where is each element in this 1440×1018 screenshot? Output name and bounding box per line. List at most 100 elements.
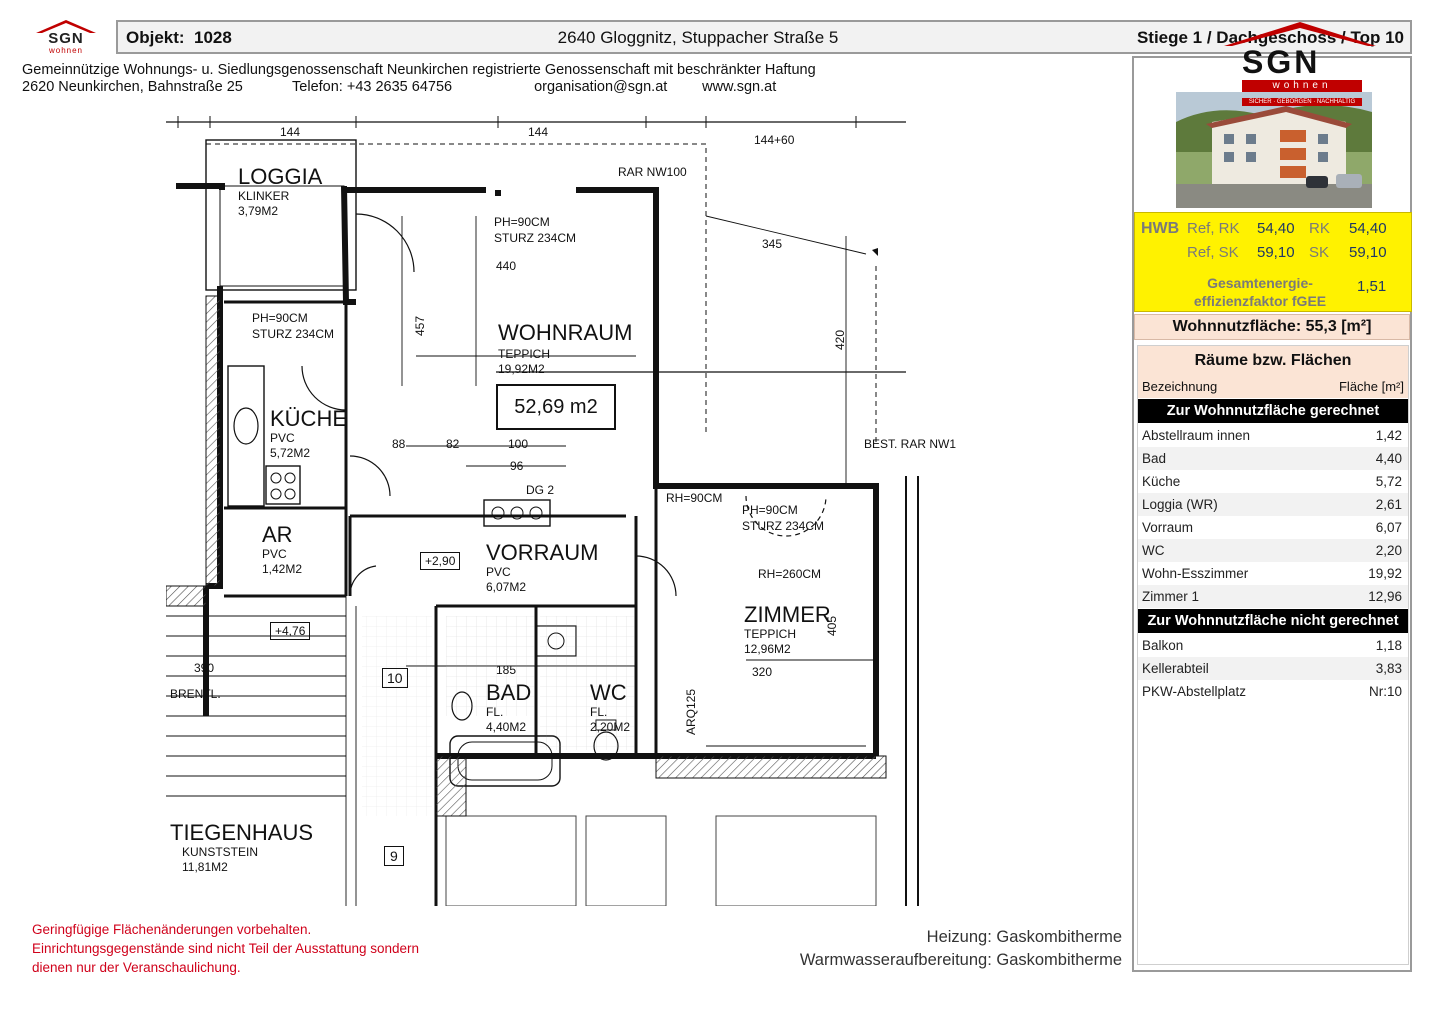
room-label-ar: AR xyxy=(262,522,293,547)
row-value: 19,92 xyxy=(1368,566,1402,581)
note-stair-number-9: 9 xyxy=(384,846,404,866)
hwb-label: HWB xyxy=(1141,220,1180,237)
logo-tagline: SICHER · GEBORGEN · NACHHALTIG xyxy=(1242,98,1362,106)
ref-sk-value: 59,10 xyxy=(1257,244,1295,261)
room-floor-bad: FL. xyxy=(486,705,504,719)
room-label-stiegenhaus: TIEGENHAUS xyxy=(170,820,314,845)
table-row: WC 2,20 xyxy=(1138,539,1408,562)
room-area-vorraum: 6,07M2 xyxy=(486,580,527,594)
sgn-logo-large: SGN wohnen SICHER · GEBORGEN · NACHHALTI… xyxy=(1220,20,1380,106)
row-name: Loggia (WR) xyxy=(1142,497,1218,512)
note-sturz-zimmer: STURZ 234CM xyxy=(742,519,825,533)
row-name: Bad xyxy=(1142,451,1167,466)
table-row: Loggia (WR) 2,61 xyxy=(1138,493,1408,516)
dim-144-b: 144 xyxy=(528,125,549,139)
section-included-header: Zur Wohnnutzfläche gerechnet xyxy=(1138,399,1408,423)
excluded-rows: Balkon 1,18 Kellerabteil 3,83 PKW-Abstellp… xyxy=(1138,634,1408,703)
room-area-zimmer: 12,96M2 xyxy=(744,642,791,656)
note-level-vorraum: +2,90 xyxy=(420,552,461,570)
disclaimer-line-1: Geringfügige Flächenänderungen vorbehalt… xyxy=(32,922,312,937)
table-row: Küche 5,72 xyxy=(1138,470,1408,493)
dim-405: 405 xyxy=(825,615,840,637)
company-web[interactable]: www.sgn.at xyxy=(702,79,776,96)
row-value: 12,96 xyxy=(1368,589,1402,604)
room-label-bad: BAD xyxy=(486,680,532,705)
dim-82: 82 xyxy=(446,437,460,451)
dim-144-a: 144 xyxy=(280,125,301,139)
col-header-area: Fläche [m²] xyxy=(1338,379,1404,394)
room-floor-kueche: PVC xyxy=(270,431,295,445)
row-value: 4,40 xyxy=(1375,451,1402,466)
row-value: Nr:10 xyxy=(1368,684,1402,699)
note-rh-door: RH=90CM xyxy=(666,491,723,505)
dim-320: 320 xyxy=(752,665,773,679)
sgn-logo-small: SGN wohnen xyxy=(30,20,102,55)
dim-144-60: 144+60 xyxy=(754,133,795,147)
logo-large-text: SGN xyxy=(1242,44,1321,80)
section-excluded-header: Zur Wohnnutzfläche nicht gerechnet xyxy=(1138,609,1408,633)
note-best-rar: BEST. RAR NW1 xyxy=(864,437,957,451)
note-stair-number-10: 10 xyxy=(382,668,408,688)
table-row: Balkon 1,18 xyxy=(1138,634,1408,657)
dim-96: 96 xyxy=(510,459,524,473)
room-label-kueche: KÜCHE xyxy=(270,406,348,431)
logo-subtext: wohnen xyxy=(48,46,84,55)
row-value: 2,20 xyxy=(1375,543,1402,558)
note-arq: ARQ125 xyxy=(684,688,699,736)
row-value: 6,07 xyxy=(1375,520,1402,535)
room-area-ar: 1,42M2 xyxy=(262,562,303,576)
room-floor-wohnraum: TEPPICH xyxy=(498,347,551,361)
room-floor-loggia: KLINKER xyxy=(238,189,290,203)
energy-certificate-box: HWB Ref, RK 54,40 RK 54,40 Ref, SK 59,10… xyxy=(1134,212,1412,312)
company-phone: Telefon: +43 2635 64756 xyxy=(292,79,453,95)
total-area-box: 52,69 m2 xyxy=(496,384,616,430)
heating-line: Heizung: Gaskombitherme xyxy=(926,928,1122,946)
row-name: Zimmer 1 xyxy=(1142,589,1199,604)
room-area-loggia: 3,79M2 xyxy=(238,204,279,218)
dim-88: 88 xyxy=(392,437,406,451)
room-floor-stiegenhaus: KUNSTSTEIN xyxy=(182,845,259,859)
room-area-kueche: 5,72M2 xyxy=(270,446,311,460)
disclaimer-line-3: dienen nur der Veranschaulichung. xyxy=(32,960,241,975)
ref-sk-label: Ref, SK xyxy=(1187,244,1239,261)
note-rar: RAR NW100 xyxy=(618,165,687,179)
col-header-name: Bezeichnung xyxy=(1142,379,1218,394)
gee-label: Gesamtenergie- effizienzfaktor fGEE xyxy=(1175,274,1345,310)
row-name: Balkon xyxy=(1142,638,1184,653)
row-value: 5,72 xyxy=(1375,474,1402,489)
company-address: 2620 Neunkirchen, Bahnstraße 25 xyxy=(22,79,243,95)
row-name: Vorraum xyxy=(1142,520,1194,535)
table-row: Bad 4,40 xyxy=(1138,447,1408,470)
dim-390: 390 xyxy=(194,661,215,675)
room-floor-zimmer: TEPPICH xyxy=(744,627,797,641)
room-area-stiegenhaus: 11,81M2 xyxy=(182,860,228,874)
note-sturz-kitchen: STURZ 234CM xyxy=(252,327,335,341)
company-email[interactable]: organisation@sgn.at xyxy=(534,79,698,96)
table-row: Vorraum 6,07 xyxy=(1138,516,1408,539)
row-name: PKW-Abstellplatz xyxy=(1142,684,1247,699)
disclaimer-line-2: Einrichtungsgegenstände sind nicht Teil … xyxy=(32,941,420,956)
sk-label: SK xyxy=(1309,244,1330,261)
hot-water-line: Warmwasseraufbereitung: Gaskombitherme xyxy=(799,951,1122,969)
note-level-stair: +4,76 xyxy=(270,622,311,640)
room-floor-wc: FL. xyxy=(590,705,608,719)
company-name: Gemeinnützige Wohnungs- u. Siedlungsgeno… xyxy=(22,62,816,78)
gee-label-line-1: Gesamtenergie- xyxy=(1207,275,1313,291)
row-name: Küche xyxy=(1142,474,1181,489)
room-area-bad: 4,40M2 xyxy=(486,720,527,734)
rk-label: RK xyxy=(1309,220,1330,237)
included-rows: Abstellraum innen 1,42 Bad 4,40 Küche 5,72 … xyxy=(1138,424,1408,608)
room-label-wohnraum: WOHNRAUM xyxy=(498,320,633,345)
row-name: Kellerabteil xyxy=(1142,661,1209,676)
building-photo-image xyxy=(1176,92,1372,208)
object-header-bar: Objekt: 1028 2640 Gloggnitz, Stuppacher … xyxy=(116,20,1412,54)
disclaimer: Geringfügige Flächenänderungen vorbehalt… xyxy=(32,920,419,977)
dim-440: 440 xyxy=(496,259,517,273)
room-label-zimmer: ZIMMER xyxy=(744,602,831,627)
note-ph-kitchen: PH=90CM xyxy=(252,311,308,325)
sk-value: 59,10 xyxy=(1349,244,1387,261)
note-ph-zimmer: PH=90CM xyxy=(742,503,798,517)
room-label-vorraum: VORRAUM xyxy=(486,540,599,565)
row-value: 1,18 xyxy=(1375,638,1402,653)
company-info: Gemeinnützige Wohnungs- u. Siedlungsgeno… xyxy=(22,62,816,96)
